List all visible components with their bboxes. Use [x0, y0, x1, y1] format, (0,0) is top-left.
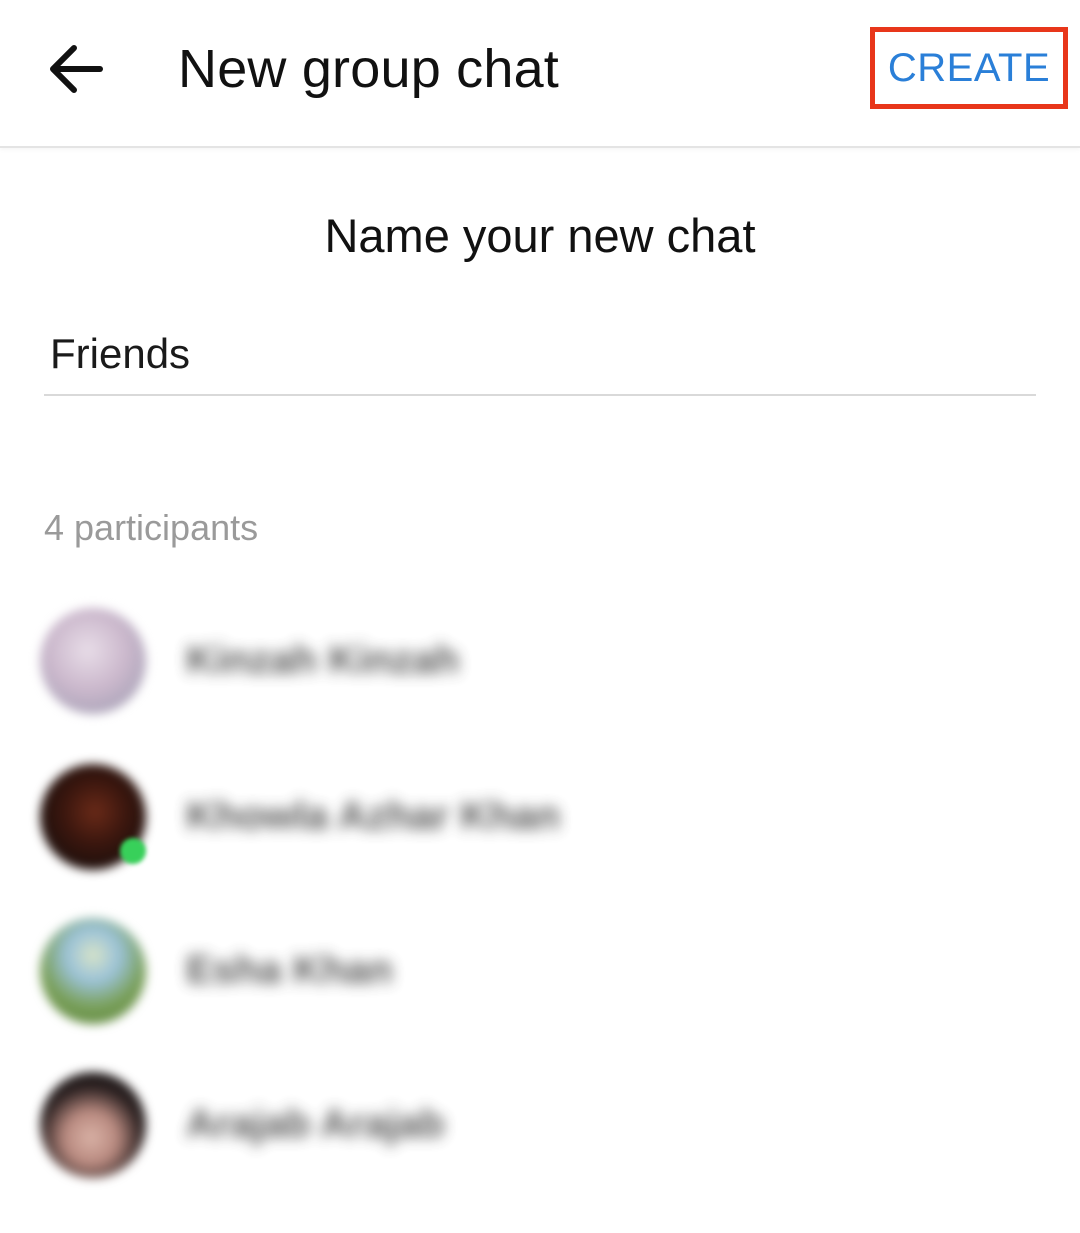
participant-name: Kinzah Kinzah: [186, 638, 460, 682]
avatar: [40, 918, 146, 1024]
top-app-bar: New group chat CREATE: [0, 0, 1080, 148]
participant-name: Khowla Azhar Khan: [186, 794, 561, 838]
chat-name-field: [44, 318, 1036, 396]
arrow-left-icon: [38, 36, 114, 102]
participant-row[interactable]: Esha Khan: [40, 918, 1040, 1028]
participant-row[interactable]: Arajab Arajab: [40, 1072, 1040, 1182]
name-chat-heading: Name your new chat: [324, 209, 756, 262]
participant-row[interactable]: Kinzah Kinzah: [40, 608, 1040, 718]
avatar: [40, 608, 146, 714]
online-status-indicator: [120, 838, 146, 864]
participant-name: Esha Khan: [186, 948, 393, 992]
app-screen: New group chat CREATE Name your new chat…: [0, 0, 1080, 1233]
page-title: New group chat: [178, 39, 560, 99]
avatar: [40, 1072, 146, 1178]
back-button[interactable]: [38, 36, 114, 102]
participants-count: 4 participants: [44, 507, 259, 548]
participant-name: Arajab Arajab: [186, 1102, 445, 1146]
chat-name-input[interactable]: [50, 326, 1030, 382]
participant-row[interactable]: Khowla Azhar Khan: [40, 764, 1040, 874]
create-button[interactable]: CREATE: [870, 27, 1068, 109]
